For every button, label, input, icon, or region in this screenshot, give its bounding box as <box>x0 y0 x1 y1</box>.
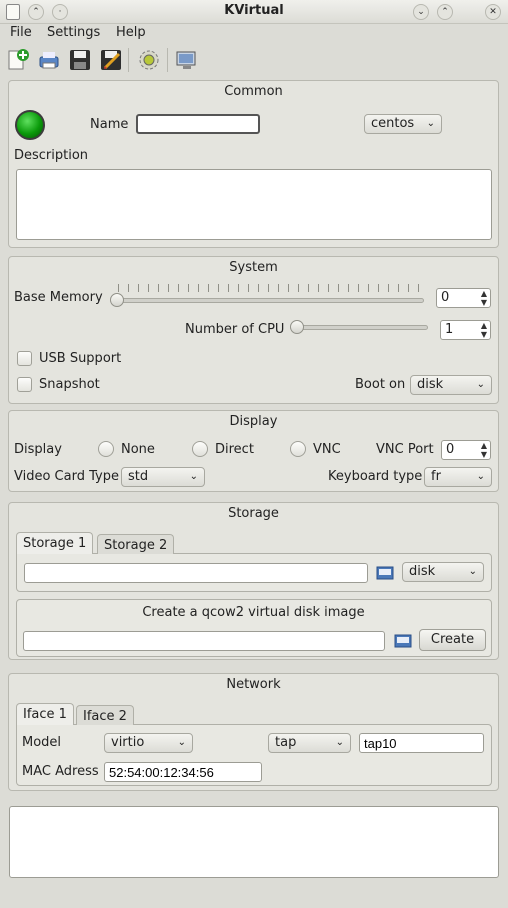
save-icon[interactable] <box>68 48 92 72</box>
log-output[interactable] <box>9 806 499 878</box>
toolbar-separator <box>167 48 168 72</box>
display-icon[interactable] <box>175 48 199 72</box>
keyboard-select[interactable]: fr ⌄ <box>424 467 492 487</box>
os-select[interactable]: centos ⌄ <box>364 114 442 134</box>
video-card-label: Video Card Type <box>14 469 119 484</box>
new-vm-icon[interactable] <box>6 48 30 72</box>
boot-select-value: disk <box>417 377 444 392</box>
net-mode-select[interactable]: tap ⌄ <box>268 733 351 753</box>
cpu-slider-handle[interactable] <box>290 320 304 334</box>
chevron-down-icon: ⌄ <box>189 471 198 482</box>
video-card-value: std <box>128 469 149 484</box>
folder-open-icon[interactable] <box>394 632 412 652</box>
keyboard-value: fr <box>431 469 441 484</box>
system-title: System <box>229 260 278 275</box>
toolbar-separator <box>128 48 129 72</box>
memory-slider-track[interactable] <box>112 298 424 303</box>
chevron-down-icon: ⌄ <box>468 566 477 577</box>
memory-value: 0 <box>441 290 450 305</box>
display-label: Display <box>14 442 62 457</box>
description-textarea[interactable] <box>16 169 492 240</box>
folder-open-icon[interactable] <box>376 564 394 584</box>
spin-arrows-icon[interactable]: ▲ ▼ <box>481 441 487 459</box>
close-button[interactable]: ✕ <box>485 4 501 20</box>
usb-checkbox[interactable] <box>17 351 32 366</box>
mac-input[interactable] <box>104 762 262 782</box>
model-label: Model <box>22 735 62 750</box>
common-title: Common <box>224 84 283 99</box>
qcow-path-input[interactable] <box>23 631 385 651</box>
video-card-select[interactable]: std ⌄ <box>121 467 205 487</box>
display-direct-label[interactable]: Direct <box>215 442 254 457</box>
chevron-down-icon: ⌄ <box>476 379 485 390</box>
tab-iface-1[interactable]: Iface 1 <box>16 703 74 725</box>
cpu-value: 1 <box>445 322 454 337</box>
menu-help[interactable]: Help <box>116 25 146 40</box>
storage-type-select[interactable]: disk ⌄ <box>402 562 484 582</box>
chevron-down-icon: ⌄ <box>177 737 186 748</box>
cpu-slider-track[interactable] <box>292 325 428 330</box>
model-select[interactable]: virtio ⌄ <box>104 733 193 753</box>
iface-name-input[interactable] <box>359 733 484 753</box>
minimize-button[interactable]: ⌄ <box>413 4 429 20</box>
maximize-button[interactable]: ⌃ <box>437 4 453 20</box>
usb-label[interactable]: USB Support <box>39 351 121 366</box>
chevron-down-icon: ⌄ <box>476 471 485 482</box>
name-input[interactable] <box>136 114 260 134</box>
window-title: KVirtual <box>224 3 284 18</box>
vnc-port-label: VNC Port <box>376 442 434 457</box>
name-label: Name <box>90 117 129 132</box>
boot-label: Boot on <box>355 377 406 392</box>
memory-slider-handle[interactable] <box>110 293 124 307</box>
base-memory-label: Base Memory <box>14 290 103 305</box>
model-value: virtio <box>111 735 145 750</box>
os-select-value: centos <box>371 116 415 131</box>
memory-ticks <box>118 284 420 292</box>
print-icon[interactable] <box>37 48 61 72</box>
display-vnc-label[interactable]: VNC <box>313 442 341 457</box>
boot-select[interactable]: disk ⌄ <box>410 375 492 395</box>
tab-iface-2[interactable]: Iface 2 <box>76 705 134 725</box>
display-none-radio[interactable] <box>98 441 114 457</box>
vnc-port-value: 0 <box>446 442 455 457</box>
network-title: Network <box>226 677 281 692</box>
snapshot-checkbox[interactable] <box>17 377 32 392</box>
tab-storage-2[interactable]: Storage 2 <box>97 534 175 554</box>
storage-path-input[interactable] <box>24 563 368 583</box>
snapshot-label[interactable]: Snapshot <box>39 377 100 392</box>
chevron-down-icon: ⌄ <box>426 118 435 129</box>
menu-settings[interactable]: Settings <box>47 25 100 40</box>
display-direct-radio[interactable] <box>192 441 208 457</box>
description-label: Description <box>14 148 89 163</box>
menu-file[interactable]: File <box>10 25 32 40</box>
storage-type-value: disk <box>409 564 436 579</box>
tab-storage-1[interactable]: Storage 1 <box>16 532 94 554</box>
display-none-label[interactable]: None <box>121 442 155 457</box>
memory-spinbox[interactable]: 0 ▲ ▼ <box>436 288 491 308</box>
spin-arrows-icon[interactable]: ▲ ▼ <box>481 321 487 339</box>
save-as-icon[interactable] <box>99 48 123 72</box>
keyboard-label: Keyboard type <box>328 469 423 484</box>
vnc-port-spinbox[interactable]: 0 ▲ ▼ <box>441 440 491 460</box>
storage-title: Storage <box>228 506 279 521</box>
chevron-down-icon: ⌄ <box>335 737 344 748</box>
net-mode-value: tap <box>275 735 297 750</box>
qcow-title: Create a qcow2 virtual disk image <box>142 605 365 620</box>
display-title: Display <box>229 414 278 429</box>
display-vnc-radio[interactable] <box>290 441 306 457</box>
status-led-icon <box>15 110 45 140</box>
settings-icon[interactable] <box>137 48 161 72</box>
cpu-label: Number of CPU <box>185 322 285 337</box>
create-button[interactable]: Create <box>419 629 486 651</box>
mac-label: MAC Adress <box>22 764 99 779</box>
spin-arrows-icon[interactable]: ▲ ▼ <box>481 289 487 307</box>
cpu-spinbox[interactable]: 1 ▲ ▼ <box>440 320 491 340</box>
